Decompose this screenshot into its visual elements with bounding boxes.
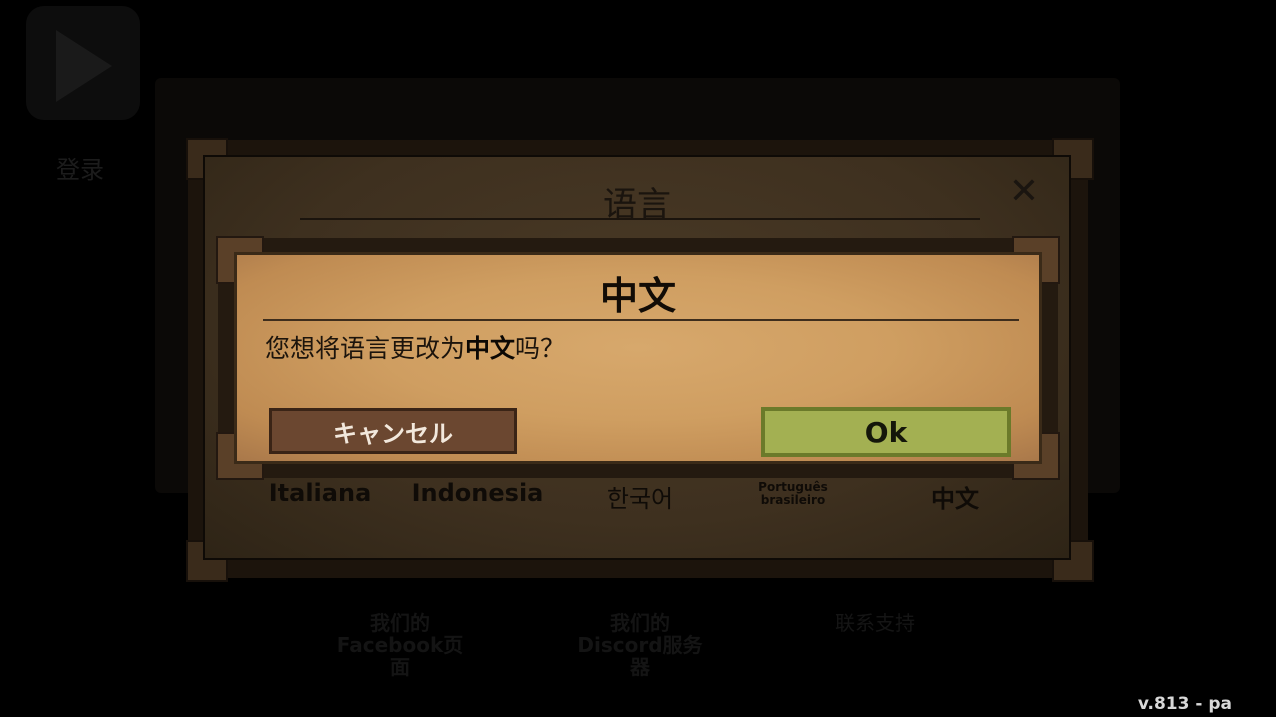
confirm-dialog: 中文 您想将语言更改为中文吗？ キャンセル Ok xyxy=(234,252,1042,464)
facebook-link[interactable]: 我们的Facebook页面 xyxy=(330,612,470,678)
google-play-button[interactable] xyxy=(26,6,140,120)
dialog-title: 中文 xyxy=(599,274,676,318)
language-option-chinese[interactable]: 中文 xyxy=(920,479,990,514)
message-prefix: 您想将语言更改为 xyxy=(265,334,466,363)
language-option-portuguese-br[interactable]: Português brasileiro xyxy=(753,481,833,507)
language-option-italiana[interactable]: Italiana xyxy=(265,479,375,507)
language-option-korean[interactable]: 한국어 xyxy=(595,479,685,514)
divider xyxy=(300,218,980,220)
ok-button[interactable]: Ok xyxy=(761,407,1011,457)
login-label[interactable]: 登录 xyxy=(56,150,104,185)
cancel-button[interactable]: キャンセル xyxy=(269,408,517,454)
close-icon[interactable]: ✕ xyxy=(1009,171,1039,212)
message-language: 中文 xyxy=(465,334,516,363)
support-link[interactable]: 联系支持 xyxy=(820,612,930,634)
discord-link[interactable]: 我们的Discord服务器 xyxy=(570,612,710,678)
dialog-message: 您想将语言更改为中文吗？ xyxy=(265,329,565,365)
divider xyxy=(263,319,1019,321)
version-label: v.813 - pa xyxy=(1137,694,1232,714)
google-play-icon xyxy=(56,30,112,102)
language-option-indonesia[interactable]: Indonesia xyxy=(410,479,545,507)
message-suffix: 吗？ xyxy=(515,334,566,363)
